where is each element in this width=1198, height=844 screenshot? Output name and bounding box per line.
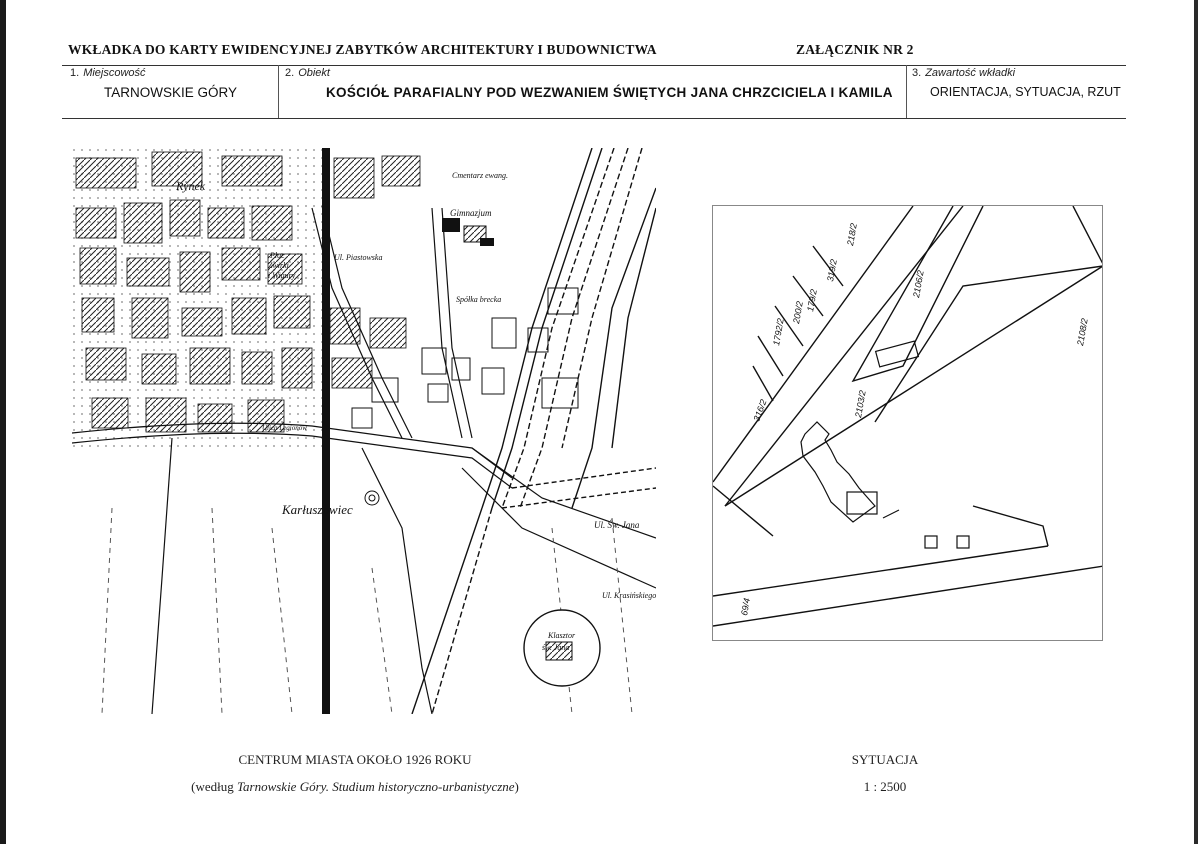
document-title: WKŁADKA DO KARTY EWIDENCYJNEJ ZABYTKÓW A… bbox=[68, 42, 657, 57]
scan-edge-right bbox=[1194, 0, 1198, 844]
parcel-label: 2106/2 bbox=[911, 269, 926, 299]
field-divider-1 bbox=[278, 65, 279, 118]
outbuildings bbox=[874, 340, 970, 549]
label-zwirki: Żwirki bbox=[268, 261, 289, 270]
field-label-object: 2. Obiekt bbox=[285, 67, 330, 79]
label-klasztor-sw-jana: św. Jana bbox=[542, 643, 569, 652]
field-value-object: KOŚCIÓŁ PARAFIALNY POD WEZWANIEM ŚWIĘTYC… bbox=[326, 85, 893, 100]
parcel-label: 2108/2 bbox=[1075, 317, 1090, 347]
field-value-locality: TARNOWSKIE GÓRY bbox=[104, 85, 238, 100]
label-gimnazjum: Gimnazjum bbox=[450, 208, 492, 218]
site-plan-map: 2106/2 2108/2 2103/2 218/2 319/2 179/2 2… bbox=[712, 205, 1103, 641]
fold-line bbox=[322, 148, 330, 714]
church-footprint bbox=[800, 421, 900, 523]
label-plac: Plac bbox=[269, 251, 285, 260]
header-bottom-rule bbox=[62, 118, 1126, 119]
label-rynek: Rynek bbox=[175, 179, 206, 193]
label-sw-jana: Ul. Św. Jana bbox=[594, 520, 640, 530]
site-caption-title: SYTUACJA bbox=[851, 752, 919, 767]
parcel-label: 2103/2 bbox=[853, 389, 868, 419]
label-cmentarz: Cmentarz ewang. bbox=[452, 171, 508, 180]
parcel-label: 200/2 bbox=[791, 300, 805, 325]
label-karluszowiec: Karłuszowiec bbox=[281, 502, 353, 517]
dense-old-town-fabric bbox=[72, 148, 421, 448]
scan-edge-left bbox=[0, 0, 6, 844]
label-spolka: Spółka brecka bbox=[456, 295, 501, 304]
site-caption-scale: 1 : 2500 bbox=[863, 779, 907, 794]
label-krasinskiego: Ul. Krasińskiego bbox=[602, 591, 656, 600]
parcel-label: 218/2 bbox=[845, 222, 859, 247]
gymnasium bbox=[442, 218, 494, 246]
map-caption-title: CENTRUM MIASTA OKOŁO 1926 ROKU bbox=[238, 752, 472, 767]
label-legionow: Ulica Legionów bbox=[262, 424, 307, 432]
field-label-locality: 1. Miejscowość bbox=[70, 67, 146, 79]
parcel-label: 316/2 bbox=[751, 398, 768, 423]
attachment-number: ZAŁĄCZNIK NR 2 bbox=[796, 42, 914, 57]
header-top-rule bbox=[62, 65, 1126, 66]
label-wigury: i Wigury bbox=[268, 271, 296, 280]
label-klasztor: Klasztor bbox=[547, 631, 576, 640]
parcel-label: 69/4 bbox=[739, 597, 752, 616]
map-caption-source: (według Tarnowskie Góry. Studium history… bbox=[191, 779, 519, 794]
city-centre-map: Rynek Cmentarz ewang. Gimnazjum Plac Żwi… bbox=[72, 148, 656, 714]
field-divider-2 bbox=[906, 65, 907, 118]
parcel-boundaries bbox=[713, 206, 1102, 627]
parcel-label: 1792/2 bbox=[771, 317, 786, 346]
field-value-contents: ORIENTACJA, SYTUACJA, RZUT bbox=[930, 85, 1121, 99]
label-piastowska: Ul. Piastowska bbox=[334, 253, 382, 262]
field-label-contents: 3. Zawartość wkładki bbox=[912, 67, 1016, 79]
